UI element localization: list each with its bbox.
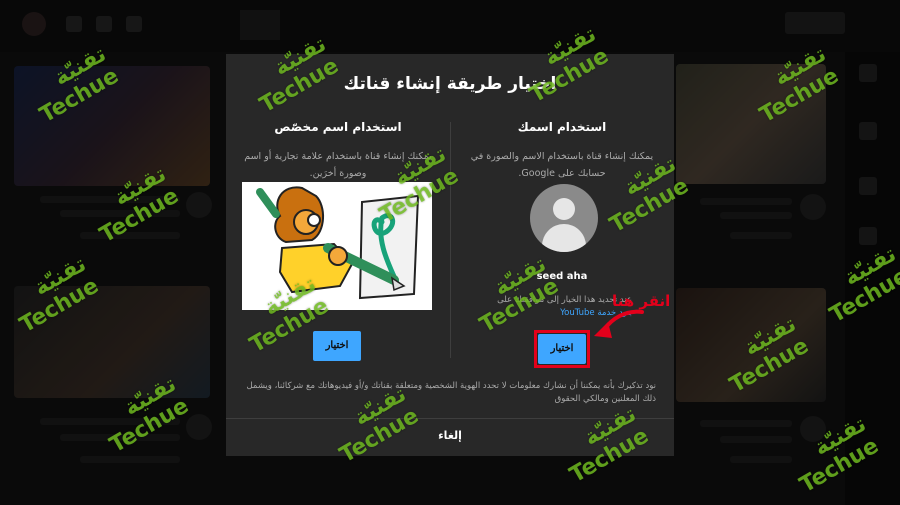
channel-name: seed aha bbox=[536, 271, 588, 282]
red-arrow-icon bbox=[594, 309, 644, 338]
cancel-button[interactable]: إلغاء bbox=[226, 429, 674, 442]
use-your-name-option: استخدام اسمك يمكنك إنشاء قناة باستخدام ا… bbox=[462, 120, 662, 182]
custom-name-illustration bbox=[242, 182, 432, 310]
option-description: يمكنك إنشاء قناة باستخدام علامة تجارية أ… bbox=[244, 151, 432, 179]
option-title: استخدام اسمك bbox=[517, 120, 607, 134]
select-custom-name-button[interactable]: اختيار bbox=[313, 331, 361, 361]
privacy-footnote: نود تذكيرك بأنه يمكننا أن نشارك معلومات … bbox=[246, 381, 656, 404]
footer-divider bbox=[226, 418, 674, 419]
default-avatar-icon bbox=[530, 184, 598, 252]
create-channel-dialog: اختيار طريقة إنشاء قناتك استخدام اسمك يم… bbox=[226, 54, 674, 456]
dialog-title: اختيار طريقة إنشاء قناتك bbox=[343, 74, 557, 94]
use-custom-name-option: استخدام اسم مخصّص يمكنك إنشاء قناة باستخ… bbox=[238, 120, 438, 182]
option-description: يمكنك إنشاء قناة باستخدام الاسم والصورة … bbox=[470, 151, 654, 179]
column-divider bbox=[450, 122, 451, 358]
highlight-box bbox=[534, 330, 590, 368]
option-title: استخدام اسم مخصّص bbox=[274, 120, 402, 134]
